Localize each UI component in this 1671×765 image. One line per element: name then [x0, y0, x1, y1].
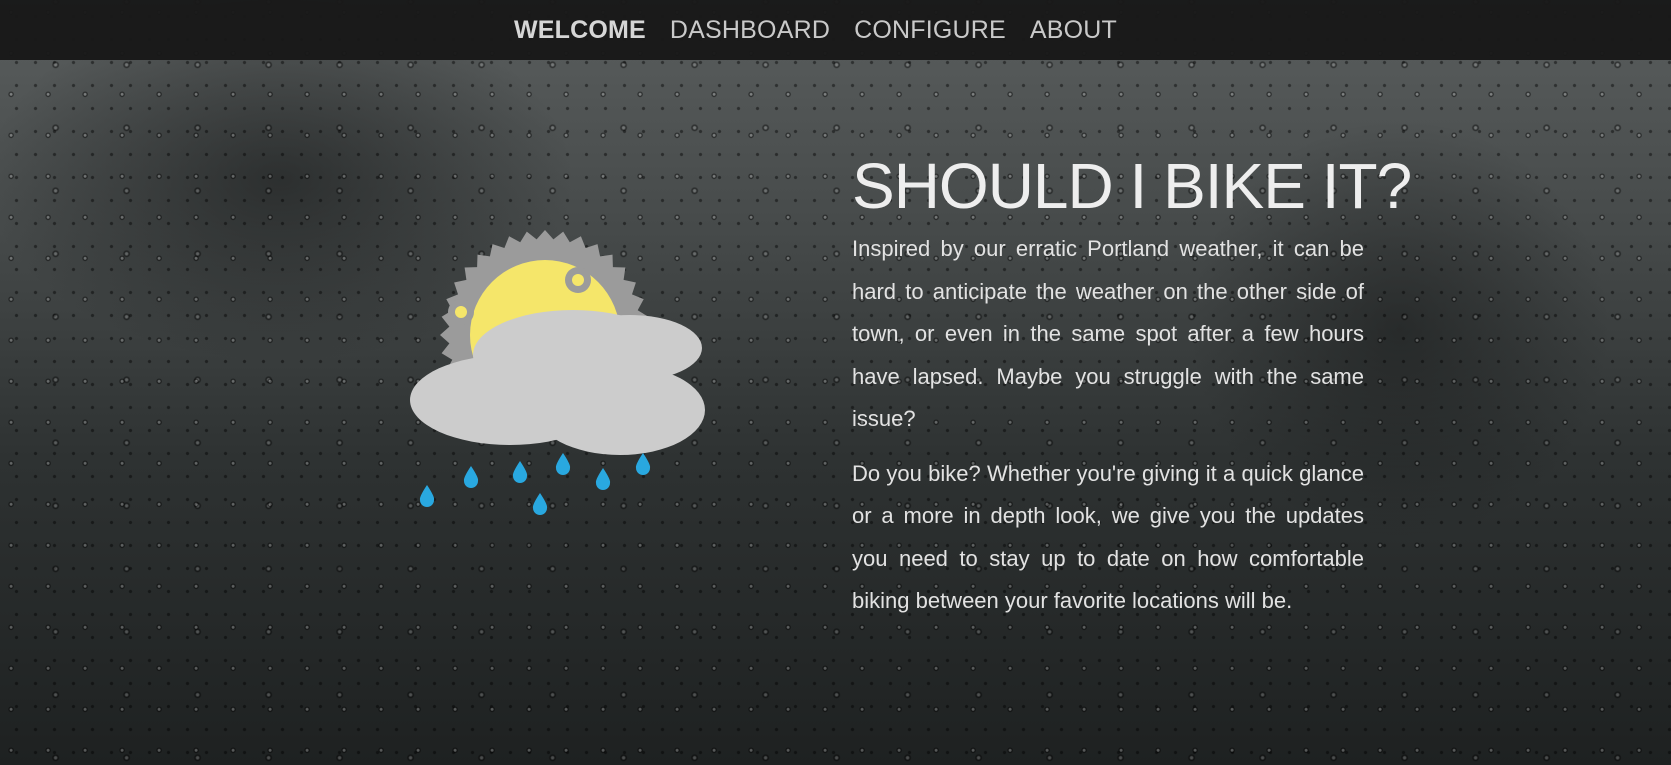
page-title: SHOULD I BIKE IT? [852, 150, 1412, 222]
bike-paragraph: Do you bike? Whether you're giving it a … [852, 460, 1364, 614]
raindrop [512, 461, 528, 483]
top-nav: WELCOME DASHBOARD CONFIGURE ABOUT [0, 0, 1671, 60]
bike-weather-logo-icon [410, 230, 705, 515]
hero-section: SHOULD I BIKE IT? Inspired by our errati… [852, 150, 1412, 635]
raindrop [532, 493, 548, 515]
raindrop [463, 466, 479, 488]
nav-dashboard[interactable]: DASHBOARD [670, 16, 830, 45]
raindrop [595, 468, 611, 490]
nav-about[interactable]: ABOUT [1030, 16, 1117, 45]
raindrop [635, 453, 651, 475]
nav-configure[interactable]: CONFIGURE [854, 16, 1006, 45]
raindrop [555, 453, 571, 475]
raindrop [419, 485, 435, 507]
intro-paragraph: Inspired by our erratic Portland weather… [852, 236, 1364, 431]
rain-background [0, 0, 1671, 765]
nav-welcome[interactable]: WELCOME [514, 16, 646, 45]
